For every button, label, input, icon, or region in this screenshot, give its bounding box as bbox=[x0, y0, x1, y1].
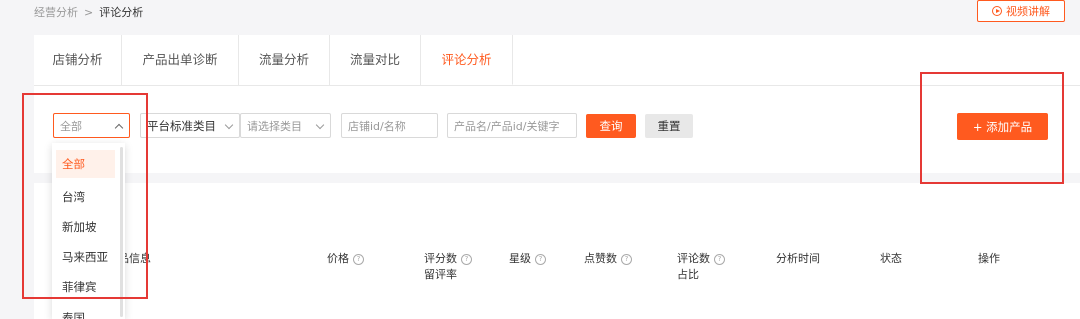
header-comment-label: 评论数 bbox=[677, 252, 710, 265]
header-likes: 点赞数? bbox=[584, 251, 632, 267]
header-retention-label: 留评率 bbox=[424, 268, 457, 281]
header-rating-count: 评分数? 留评率 bbox=[424, 251, 472, 283]
product-keyword-placeholder: 产品名/产品id/关键字 bbox=[454, 119, 560, 133]
help-icon[interactable]: ? bbox=[714, 253, 725, 265]
header-analysis-time: 分析时间 bbox=[776, 252, 820, 265]
region-select-value: 全部 bbox=[60, 119, 82, 133]
tab-product-order-diagnosis[interactable]: 产品出单诊断 bbox=[122, 35, 239, 85]
shop-input[interactable]: 店铺id/名称 bbox=[341, 113, 438, 138]
header-action: 操作 bbox=[978, 252, 1000, 265]
header-likes-label: 点赞数 bbox=[584, 252, 617, 265]
header-price-label: 价格 bbox=[327, 252, 349, 265]
help-icon[interactable]: ? bbox=[535, 253, 546, 265]
dropdown-scrollbar[interactable] bbox=[120, 147, 123, 317]
tab-bar: 店铺分析 产品出单诊断 流量分析 流量对比 评论分析 bbox=[34, 35, 1080, 86]
header-stars-label: 星级 bbox=[509, 252, 531, 265]
breadcrumb-separator: > bbox=[84, 5, 94, 19]
category-select[interactable]: 请选择类目 bbox=[240, 113, 331, 138]
help-icon[interactable]: ? bbox=[461, 253, 472, 265]
table-panel: 品信息 价格? 评分数? 留评率 星级? 点赞数? 评论数? 占比 分析时间 状… bbox=[34, 183, 1080, 319]
tab-review-analysis[interactable]: 评论分析 bbox=[421, 35, 513, 85]
category-placeholder: 请选择类目 bbox=[247, 119, 302, 133]
category-type-label: 平台标准类目 bbox=[147, 118, 216, 133]
product-keyword-input[interactable]: 产品名/产品id/关键字 bbox=[447, 113, 577, 138]
dropdown-option-taiwan[interactable]: 台湾 bbox=[56, 183, 115, 211]
shop-input-placeholder: 店铺id/名称 bbox=[348, 119, 406, 133]
video-tutorial-button[interactable]: 视频讲解 bbox=[977, 0, 1065, 22]
reset-button[interactable]: 重置 bbox=[645, 114, 693, 138]
dropdown-option-malaysia[interactable]: 马来西亚 bbox=[56, 243, 115, 271]
query-button[interactable]: 查询 bbox=[586, 114, 636, 138]
region-dropdown-menu: 全部 台湾 新加坡 马来西亚 菲律宾 泰国 bbox=[52, 143, 125, 319]
filter-panel: 店铺分析 产品出单诊断 流量分析 流量对比 评论分析 全部 平台标准类目 请选择… bbox=[34, 35, 1080, 173]
region-select[interactable]: 全部 bbox=[53, 113, 130, 138]
breadcrumb-parent[interactable]: 经营分析 bbox=[34, 4, 78, 20]
add-product-button[interactable]: + 添加产品 bbox=[957, 113, 1048, 140]
category-type-select[interactable]: 平台标准类目 bbox=[140, 113, 240, 138]
play-circle-icon bbox=[992, 6, 1002, 16]
dropdown-option-philippines[interactable]: 菲律宾 bbox=[56, 273, 115, 301]
header-status: 状态 bbox=[880, 252, 902, 265]
video-tutorial-label: 视频讲解 bbox=[1006, 5, 1050, 18]
tab-traffic-compare[interactable]: 流量对比 bbox=[330, 35, 421, 85]
header-comment-count: 评论数? 占比 bbox=[677, 251, 725, 283]
tab-shop-analysis[interactable]: 店铺分析 bbox=[34, 35, 122, 85]
help-icon[interactable]: ? bbox=[621, 253, 632, 265]
dropdown-option-singapore[interactable]: 新加坡 bbox=[56, 213, 115, 241]
dropdown-option-thailand[interactable]: 泰国 bbox=[56, 304, 115, 319]
help-icon[interactable]: ? bbox=[353, 253, 364, 265]
chevron-up-icon bbox=[114, 123, 124, 133]
dropdown-option-all[interactable]: 全部 bbox=[56, 150, 115, 178]
tab-traffic-analysis[interactable]: 流量分析 bbox=[239, 35, 330, 85]
header-stars: 星级? bbox=[509, 251, 546, 267]
chevron-down-icon bbox=[315, 120, 325, 130]
header-ratio-label: 占比 bbox=[677, 268, 699, 281]
header-price: 价格? bbox=[327, 251, 364, 267]
breadcrumb: 经营分析 > 评论分析 bbox=[34, 4, 143, 20]
chevron-down-icon bbox=[224, 120, 234, 130]
breadcrumb-current: 评论分析 bbox=[99, 6, 144, 19]
header-rating-label: 评分数 bbox=[424, 252, 457, 265]
